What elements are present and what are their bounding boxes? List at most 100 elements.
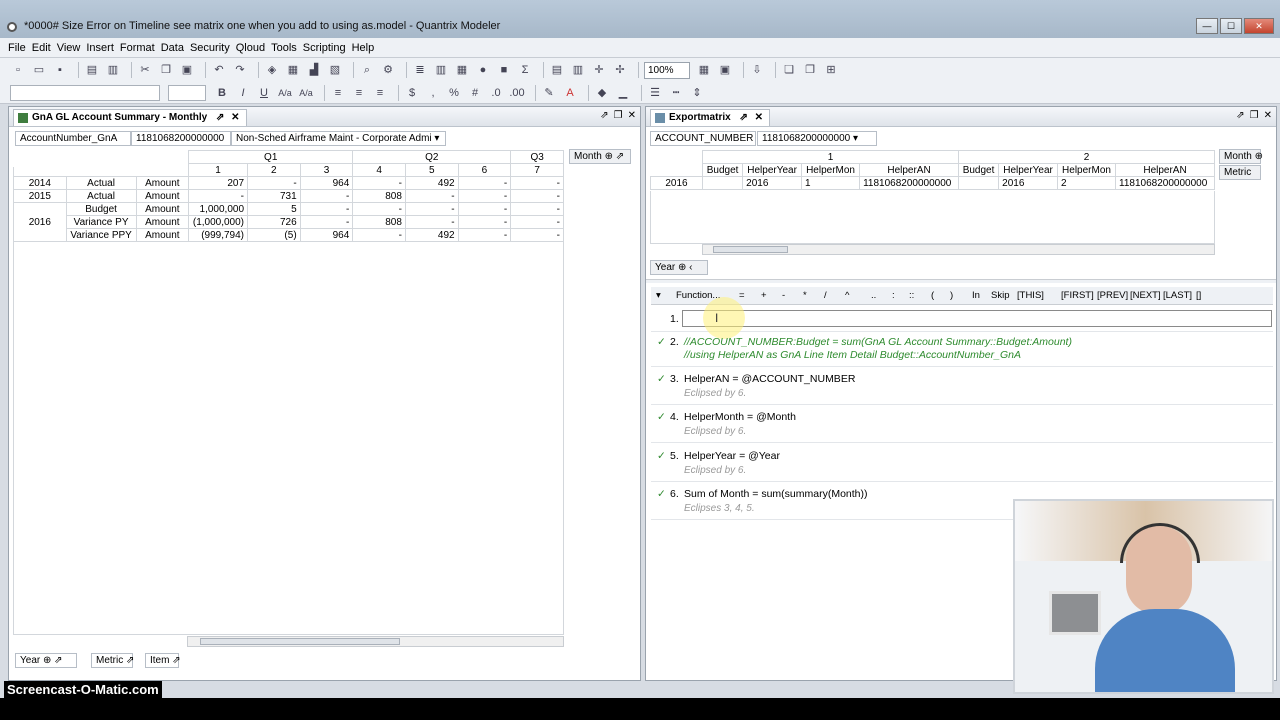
- grid-icon[interactable]: ▦: [454, 62, 470, 78]
- horizontal-scrollbar[interactable]: [702, 244, 1215, 255]
- ungroup-icon[interactable]: ▥: [570, 62, 586, 78]
- fill-color-icon[interactable]: ◆: [594, 85, 610, 101]
- menu-edit[interactable]: Edit: [32, 42, 51, 54]
- plus-button[interactable]: +: [761, 290, 767, 301]
- pin-icon[interactable]: ⇗: [216, 112, 224, 123]
- menu-security[interactable]: Security: [190, 42, 230, 54]
- cut-icon[interactable]: ✂: [137, 62, 153, 78]
- save-icon[interactable]: ▪: [52, 62, 68, 78]
- next-button[interactable]: [NEXT]: [1130, 290, 1161, 301]
- font-size-select[interactable]: [168, 84, 206, 101]
- formula-comment[interactable]: //ACCOUNT_NUMBER:Budget = sum(GnA GL Acc…: [684, 336, 1072, 348]
- menu-insert[interactable]: Insert: [86, 42, 114, 54]
- close-button[interactable]: ✕: [1244, 18, 1274, 34]
- value-cell[interactable]: 2: [1056, 176, 1117, 190]
- undo-icon[interactable]: ↶: [211, 62, 227, 78]
- menu-file[interactable]: File: [8, 42, 26, 54]
- paste-icon[interactable]: ▣: [179, 62, 195, 78]
- horizontal-scrollbar[interactable]: [187, 636, 564, 647]
- value-cell[interactable]: 2016: [742, 176, 803, 190]
- scrollbar-thumb[interactable]: [200, 638, 400, 645]
- close-panel-icon[interactable]: ✕: [628, 110, 636, 121]
- open-paren-button[interactable]: (: [931, 290, 934, 301]
- formula-text[interactable]: HelperYear = @Year: [684, 450, 780, 462]
- redo-icon[interactable]: ↷: [232, 62, 248, 78]
- zoom-select[interactable]: 100%: [644, 61, 690, 79]
- formula-text[interactable]: HelperAN = @ACCOUNT_NUMBER: [684, 373, 855, 385]
- scrollbar-thumb[interactable]: [713, 246, 788, 253]
- value-cell[interactable]: 1: [801, 176, 861, 190]
- range-button[interactable]: ..: [871, 290, 876, 301]
- bold-button[interactable]: B: [214, 85, 230, 101]
- column-header[interactable]: Budget: [957, 163, 1000, 177]
- tab-gna-gl-account-summary[interactable]: GnA GL Account Summary - Monthly ⇗ ✕: [13, 109, 247, 126]
- menu-scripting[interactable]: Scripting: [303, 42, 346, 54]
- value-cell[interactable]: [701, 176, 744, 190]
- value-cell[interactable]: [957, 176, 1000, 190]
- align-center-icon[interactable]: ≡: [351, 85, 367, 101]
- column-header[interactable]: HelperMon: [801, 163, 861, 177]
- italic-button[interactable]: I: [235, 85, 251, 101]
- column-header[interactable]: HelperYear: [742, 163, 803, 177]
- item-tile-tag[interactable]: Item ⇗: [145, 653, 181, 668]
- pin-icon[interactable]: ⇗: [739, 112, 747, 123]
- underline-button[interactable]: U: [256, 85, 272, 101]
- fit-icon[interactable]: ▣: [717, 62, 733, 78]
- font-family-select[interactable]: [10, 84, 160, 101]
- column-header[interactable]: HelperAN: [859, 163, 959, 177]
- currency-icon[interactable]: $: [404, 85, 420, 101]
- open-icon[interactable]: ▭: [31, 62, 47, 78]
- column-header[interactable]: HelperMon: [1056, 163, 1117, 177]
- font-color-icon[interactable]: A: [562, 85, 578, 101]
- percent-icon[interactable]: %: [446, 85, 462, 101]
- decrease-decimal-icon[interactable]: .00: [509, 85, 525, 101]
- layout-icon[interactable]: ▦: [696, 62, 712, 78]
- canvas-icon[interactable]: ▧: [327, 62, 343, 78]
- block-icon[interactable]: ■: [496, 62, 512, 78]
- quarter-q1[interactable]: Q1: [188, 150, 354, 164]
- multiply-button[interactable]: *: [803, 290, 807, 301]
- tab-close-icon[interactable]: ✕: [231, 112, 239, 123]
- expand-icon[interactable]: ✛: [591, 62, 607, 78]
- group-header[interactable]: 1: [702, 150, 959, 164]
- align-right-icon[interactable]: ≡: [372, 85, 388, 101]
- dash-style-icon[interactable]: ┅: [668, 85, 684, 101]
- account-filter-tag[interactable]: AccountNumber_GnA: [15, 131, 131, 146]
- this-button[interactable]: [THIS]: [1017, 290, 1044, 301]
- menu-help[interactable]: Help: [352, 42, 375, 54]
- tab-exportmatrix[interactable]: Exportmatrix ⇗ ✕: [650, 109, 771, 126]
- insert-column-icon[interactable]: ▥: [433, 62, 449, 78]
- metric-tile-tag[interactable]: Metric: [1219, 165, 1261, 180]
- year-tile-tag[interactable]: Year ⊕ ⇗: [15, 653, 77, 668]
- double-colon-button[interactable]: ::: [909, 290, 914, 301]
- pin-panel-icon[interactable]: ⇗: [1236, 110, 1244, 121]
- value-cell[interactable]: 1181068200000000: [1115, 176, 1215, 190]
- line-style-icon[interactable]: ☰: [647, 85, 663, 101]
- formula-comment[interactable]: //using HelperAN as GnA Line Item Detail…: [684, 349, 1021, 361]
- print-preview-icon[interactable]: ▥: [105, 62, 121, 78]
- matrix-icon[interactable]: ◈: [264, 62, 280, 78]
- quarter-q3[interactable]: Q3: [510, 150, 564, 164]
- comma-icon[interactable]: ,: [425, 85, 441, 101]
- divide-button[interactable]: /: [824, 290, 827, 301]
- menu-tools[interactable]: Tools: [271, 42, 297, 54]
- equals-button[interactable]: =: [739, 290, 745, 301]
- chart-icon[interactable]: ▟: [306, 62, 322, 78]
- value-cell[interactable]: 2016: [998, 176, 1058, 190]
- prev-button[interactable]: [PREV]: [1097, 290, 1128, 301]
- first-button[interactable]: [FIRST]: [1061, 290, 1094, 301]
- cascade-icon[interactable]: ❐: [802, 62, 818, 78]
- formula-text[interactable]: Sum of Month = sum(summary(Month)): [684, 488, 868, 500]
- column-header[interactable]: HelperYear: [998, 163, 1058, 177]
- month-tile-tag[interactable]: Month ⊕: [1219, 149, 1263, 164]
- metric-tile-tag[interactable]: Metric ⇗: [91, 653, 134, 668]
- shrink-font-button[interactable]: A/a: [298, 85, 314, 101]
- column-header[interactable]: Budget: [701, 163, 744, 177]
- value-cell[interactable]: 1181068200000000: [859, 176, 959, 190]
- last-button[interactable]: [LAST]: [1163, 290, 1192, 301]
- insert-row-icon[interactable]: ≣: [412, 62, 428, 78]
- zoom-icon[interactable]: ⌕: [359, 62, 375, 78]
- splitter[interactable]: [646, 279, 1276, 283]
- month-tile-tag[interactable]: Month ⊕ ⇗: [569, 149, 631, 164]
- settings-icon[interactable]: ⚙: [380, 62, 396, 78]
